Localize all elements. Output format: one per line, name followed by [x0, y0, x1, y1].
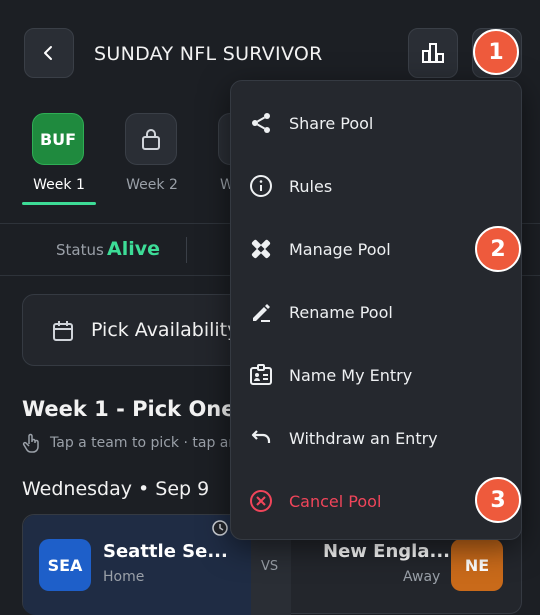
buf-team-abbr: BUF [39, 129, 77, 149]
callout-badge: 2 [475, 226, 521, 272]
info-icon [247, 172, 275, 200]
pencil-icon [247, 298, 275, 326]
status-separator [186, 237, 187, 263]
pick-availability-label: Pick Availability [91, 319, 239, 341]
chevron-left-icon [44, 46, 52, 60]
away-team-role: Away [403, 569, 441, 585]
menu-item-label: Cancel Pool [289, 491, 382, 511]
tab-week-2[interactable]: Week 2 [115, 177, 189, 193]
home-team-logo: SEA [39, 539, 91, 591]
callout-badge: 1 [473, 29, 519, 75]
menu-item-label: Rules [289, 176, 333, 196]
menu-item-rules[interactable]: Rules [231, 158, 521, 214]
calendar-icon [53, 321, 73, 341]
menu-item-share-pool[interactable]: Share Pool [231, 95, 521, 151]
pool-menu: Share Pool Rules Manage Pool Rename Pool… [230, 80, 522, 540]
back-button[interactable] [24, 28, 74, 78]
callout-badge: 3 [475, 477, 521, 523]
home-team-name: Seattle Se... [103, 541, 228, 562]
week-2-tile[interactable] [125, 113, 177, 165]
menu-item-label: Manage Pool [289, 239, 391, 259]
menu-item-label: Share Pool [289, 113, 374, 133]
pick-hint: Tap a team to pick · tap and [50, 435, 247, 451]
lock-icon [142, 129, 160, 150]
menu-item-name-my-entry[interactable]: Name My Entry [231, 347, 521, 403]
status-value: Alive [107, 238, 161, 260]
cancel-circle-icon [247, 487, 275, 515]
active-tab-indicator [22, 202, 96, 205]
menu-item-withdraw-entry[interactable]: Withdraw an Entry [231, 410, 521, 466]
away-team-logo: NE [451, 539, 503, 591]
id-card-icon [247, 361, 275, 389]
undo-icon [247, 424, 275, 452]
status-label: Status [56, 241, 104, 259]
menu-item-label: Name My Entry [289, 365, 413, 385]
tap-hand-icon [22, 433, 39, 453]
vs-label: VS [261, 559, 279, 574]
menu-item-label: Withdraw an Entry [289, 428, 438, 448]
day-heading: Wednesday • Sep 9 [22, 478, 210, 500]
menu-item-rename-pool[interactable]: Rename Pool [231, 284, 521, 340]
page-title: SUNDAY NFL SURVIVOR [94, 43, 323, 65]
away-team-name: New Engla... [323, 541, 450, 562]
share-icon [247, 109, 275, 137]
stats-button[interactable] [408, 28, 458, 78]
tab-week-1[interactable]: Week 1 [22, 177, 96, 193]
manage-icon [247, 235, 275, 263]
menu-item-label: Rename Pool [289, 302, 393, 322]
home-team-role: Home [103, 569, 145, 585]
bar-chart-icon [422, 43, 444, 63]
clock-icon [212, 520, 228, 536]
week-1-tile[interactable]: BUF [32, 113, 84, 165]
